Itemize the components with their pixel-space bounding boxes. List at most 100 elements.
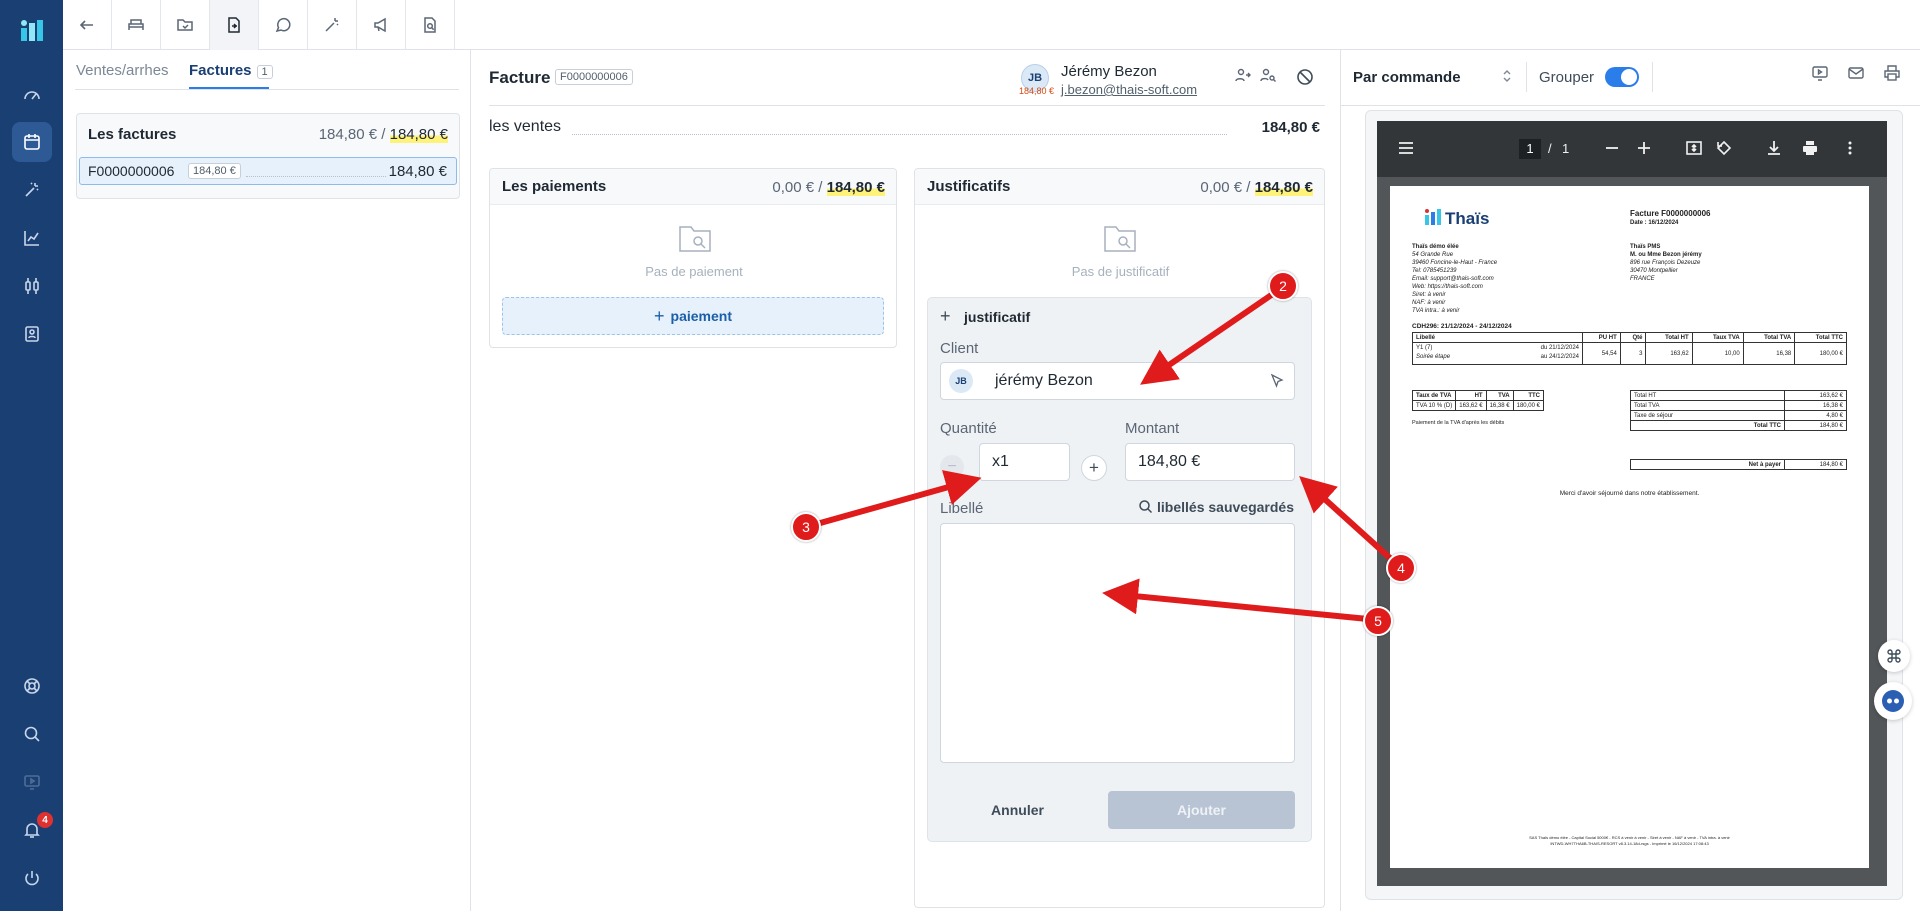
- tab-factures[interactable]: Factures 1: [189, 62, 273, 79]
- add-button[interactable]: Ajouter: [1108, 791, 1295, 829]
- cursor-pointer-icon[interactable]: [1269, 373, 1285, 394]
- active-tab-indicator: [189, 87, 269, 89]
- cancel-button[interactable]: Annuler: [940, 791, 1095, 829]
- search-doc-icon[interactable]: [406, 0, 455, 50]
- saved-labels-link[interactable]: libellés sauvegardés: [1138, 499, 1294, 517]
- app-logo[interactable]: [19, 18, 45, 44]
- plus-icon: +: [940, 306, 951, 326]
- saved-labels-text: libellés sauvegardés: [1157, 499, 1294, 515]
- quantity-input[interactable]: x1: [979, 443, 1070, 481]
- payments-header: Les paiements 0,00 € / 184,80 €: [490, 169, 896, 205]
- chat-icon[interactable]: [259, 0, 308, 50]
- tab-divider: [75, 89, 459, 90]
- customer-email[interactable]: j.bezon@thais-soft.com: [1061, 82, 1197, 97]
- fit-page-icon[interactable]: [1685, 139, 1703, 162]
- justificatifs-total: 184,80 €: [1254, 179, 1313, 196]
- amount-value: 184,80 €: [1138, 453, 1201, 470]
- more-vertical-icon[interactable]: [1841, 139, 1859, 162]
- pdf-td: 163,62 €: [1455, 400, 1487, 411]
- pdf-row-from: du 21/12/2024: [1540, 345, 1579, 351]
- mail-icon[interactable]: [1847, 64, 1865, 87]
- pdf-total-value: 184,80 €: [1784, 420, 1847, 431]
- minus-icon: −: [947, 458, 957, 475]
- screen-icon[interactable]: [12, 762, 52, 802]
- pdf-total-label: Taxe de séjour: [1630, 410, 1785, 421]
- toolbar-divider: [1652, 62, 1653, 92]
- decrement-button[interactable]: −: [940, 455, 964, 479]
- contact-card-icon[interactable]: [12, 314, 52, 354]
- wand-icon[interactable]: [308, 0, 357, 50]
- invoice-icon[interactable]: [210, 0, 259, 50]
- zoom-out-icon[interactable]: [1603, 139, 1621, 162]
- user-switch-icon[interactable]: [1234, 66, 1252, 89]
- pdf-doc-date: Date : 16/12/2024: [1630, 220, 1679, 226]
- pdf-totals-table: Total HT 163,62 € Total TVA 16,38 € Taxe d…: [1630, 390, 1847, 431]
- invoice-list-item[interactable]: F0000000006 184,80 € 184,80 €: [79, 157, 457, 185]
- chart-icon[interactable]: [12, 218, 52, 258]
- sales-total: 184,80 €: [1261, 119, 1320, 136]
- folder-icon[interactable]: [161, 0, 210, 50]
- customer-name[interactable]: Jérémy Bezon: [1061, 63, 1157, 80]
- pdf-total-value: 163,62 €: [1784, 390, 1847, 401]
- payments-total: 184,80 €: [826, 179, 885, 196]
- empty-folder-icon: [1103, 224, 1137, 259]
- calendar-icon[interactable]: [12, 122, 52, 162]
- invoices-total: 184,80 €: [389, 126, 448, 143]
- pdf-print-icon[interactable]: [1801, 139, 1819, 162]
- increment-button[interactable]: +: [1081, 455, 1107, 481]
- amount-input[interactable]: 184,80 €: [1125, 443, 1295, 481]
- tab-ventes-arrhes[interactable]: Ventes/arrhes: [76, 62, 169, 79]
- pdf-td: 180,00 €: [1512, 400, 1544, 411]
- pdf-stay-line: CDH296: 21/12/2024 - 24/12/2024: [1412, 323, 1512, 330]
- megaphone-icon[interactable]: [357, 0, 406, 50]
- payments-paid: 0,00 €: [772, 179, 815, 196]
- command-icon[interactable]: [1878, 640, 1910, 672]
- mode-select[interactable]: Par commande: [1353, 60, 1528, 94]
- chat-assistant-icon[interactable]: [1874, 682, 1912, 720]
- user-search-icon[interactable]: [1259, 66, 1277, 89]
- pdf-td: 16,38 €: [1485, 400, 1514, 411]
- client-field[interactable]: JB jérémy Bezon: [940, 362, 1295, 400]
- tab-label: Factures: [189, 62, 252, 79]
- group-toggle[interactable]: [1605, 67, 1639, 87]
- dashboard-icon[interactable]: [12, 74, 52, 114]
- power-icon[interactable]: [12, 858, 52, 898]
- bed-icon[interactable]: [112, 0, 161, 50]
- search-icon[interactable]: [12, 714, 52, 754]
- download-icon[interactable]: [1765, 139, 1783, 162]
- back-arrow-icon[interactable]: [63, 0, 112, 50]
- justificatifs-title: Justificatifs: [927, 178, 1011, 195]
- thais-logo-icon: [1424, 208, 1442, 231]
- add-payment-button[interactable]: + paiement: [502, 297, 884, 335]
- help-icon[interactable]: [12, 666, 52, 706]
- invoice-number: F0000000006: [88, 163, 175, 179]
- pdf-th: Total HT: [1645, 332, 1693, 343]
- pdf-page-input[interactable]: 1: [1519, 139, 1541, 159]
- pdf-td: 54,54: [1582, 342, 1621, 365]
- menu-icon[interactable]: [1397, 139, 1415, 162]
- print-icon[interactable]: [1883, 64, 1901, 87]
- invoice-amount: 184,80 €: [388, 163, 447, 180]
- pdf-vat-row: TVA 10 % (D) 163,62 € 16,38 € 180,00 €: [1411, 400, 1544, 411]
- pdf-td-label: Y1 (7) Soirée étape du 21/12/2024 au 24/…: [1412, 342, 1583, 365]
- justificatifs-empty-text: Pas de justificatif: [1071, 264, 1170, 279]
- cancel-invoice-icon[interactable]: [1295, 67, 1315, 92]
- magic-wand-icon[interactable]: [12, 170, 52, 210]
- pdf-th: TVA: [1485, 390, 1514, 401]
- toolbar-divider: [1526, 62, 1527, 92]
- zoom-in-icon[interactable]: [1635, 139, 1653, 162]
- sliders-icon[interactable]: [12, 266, 52, 306]
- toggle-knob: [1621, 69, 1637, 85]
- amount-label: Montant: [1125, 420, 1180, 437]
- sales-label[interactable]: les ventes: [489, 118, 561, 136]
- pdf-th: Total TTC: [1794, 332, 1847, 343]
- rotate-icon[interactable]: [1715, 139, 1733, 162]
- annotation-marker-3: 3: [791, 512, 821, 542]
- libelle-textarea[interactable]: [940, 523, 1295, 763]
- header-divider: [489, 105, 1325, 106]
- chevron-updown-icon: [1501, 68, 1513, 89]
- pdf-total-row: Total TVA 16,38 €: [1630, 400, 1847, 411]
- payments-empty-text: Pas de paiement: [645, 264, 743, 279]
- screen-display-icon[interactable]: [1811, 64, 1829, 87]
- pdf-th: Libellé: [1412, 332, 1583, 343]
